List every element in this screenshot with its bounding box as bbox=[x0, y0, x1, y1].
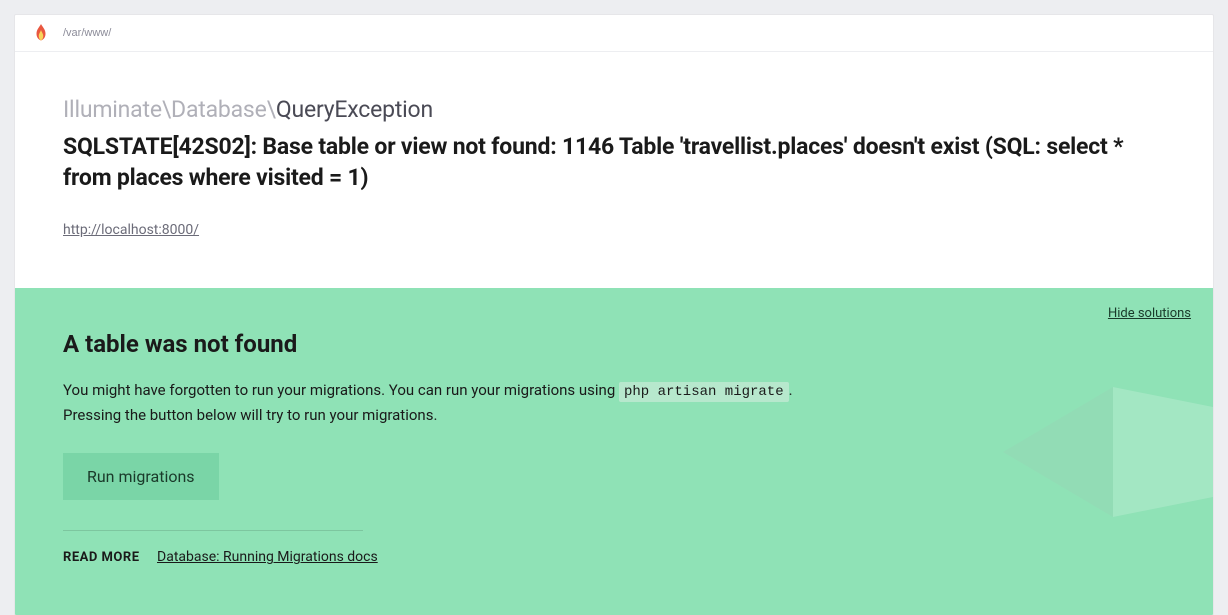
solution-panel: Hide solutions A table was not found You… bbox=[15, 288, 1213, 615]
read-more-label: READ MORE bbox=[63, 550, 140, 565]
error-details-section: Illuminate\Database\QueryException SQLST… bbox=[15, 52, 1213, 288]
exception-name: QueryException bbox=[276, 96, 433, 123]
app-path: /var/www/ bbox=[63, 27, 111, 39]
solution-desc-post: . bbox=[789, 381, 793, 399]
ignition-flame-icon bbox=[35, 24, 47, 42]
top-bar: /var/www/ bbox=[15, 15, 1213, 52]
exception-class: Illuminate\Database\QueryException bbox=[63, 96, 1165, 123]
solution-desc-line2: Pressing the button below will try to ru… bbox=[63, 406, 437, 424]
error-page-panel: /var/www/ Illuminate\Database\QueryExcep… bbox=[14, 14, 1214, 615]
hide-solutions-link[interactable]: Hide solutions bbox=[1108, 306, 1191, 321]
solution-title: A table was not found bbox=[63, 330, 1165, 358]
run-migrations-button[interactable]: Run migrations bbox=[63, 453, 219, 500]
read-more-row: READ MORE Database: Running Migrations d… bbox=[63, 549, 1165, 565]
error-message: SQLSTATE[42S02]: Base table or view not … bbox=[63, 131, 1165, 193]
error-url-link[interactable]: http://localhost:8000/ bbox=[63, 222, 199, 238]
solution-code-command: php artisan migrate bbox=[619, 382, 789, 402]
decorative-geometric-shape bbox=[1003, 322, 1213, 582]
separator bbox=[63, 530, 363, 531]
docs-link[interactable]: Database: Running Migrations docs bbox=[157, 549, 378, 565]
solution-desc-pre: You might have forgotten to run your mig… bbox=[63, 381, 619, 399]
exception-namespace: Illuminate\Database\ bbox=[63, 96, 276, 123]
solution-description: You might have forgotten to run your mig… bbox=[63, 378, 963, 427]
